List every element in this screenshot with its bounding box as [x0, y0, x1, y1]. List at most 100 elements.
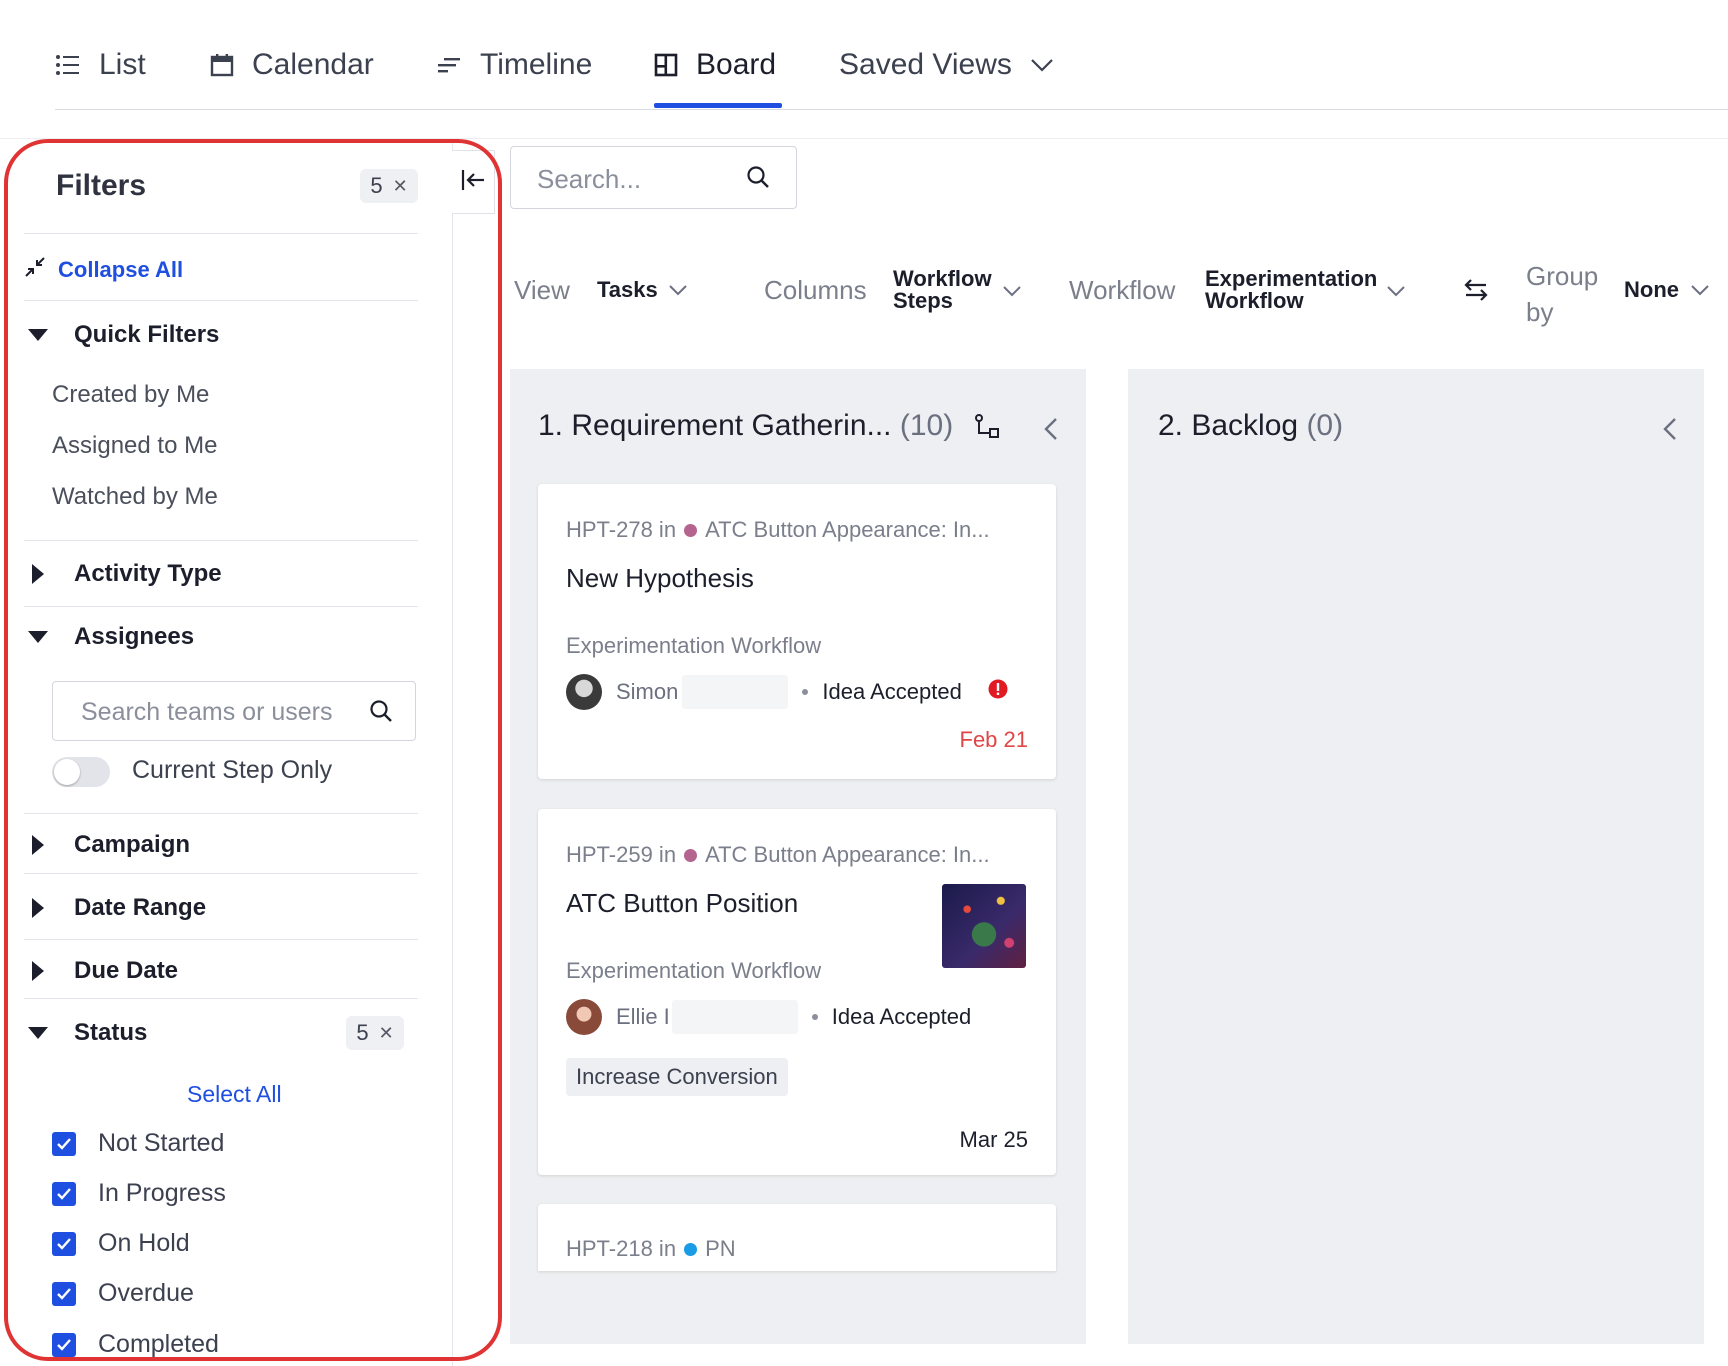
card-project[interactable]: ATC Button Appearance: In... — [705, 517, 990, 543]
section-date-range[interactable]: Date Range — [28, 894, 206, 922]
divider — [24, 998, 418, 999]
checkbox-checked-icon[interactable] — [52, 1231, 76, 1256]
column-title-text: 1. Requirement Gatherin... — [538, 409, 892, 442]
assignee-name: Ellie I — [616, 1004, 670, 1029]
status-option-overdue[interactable]: Overdue — [52, 1279, 194, 1308]
section-assignees[interactable]: Assignees — [28, 623, 194, 651]
filters-panel: Filters 5 ✕ Collapse All Quick Filters C… — [0, 139, 453, 1366]
status-option-label: Overdue — [98, 1279, 194, 1307]
view-select[interactable]: Tasks — [597, 279, 658, 301]
tabs-divider — [55, 109, 1728, 110]
status-option-on-hold[interactable]: On Hold — [52, 1229, 190, 1258]
column-title: 2. Backlog (0) — [1158, 409, 1343, 443]
group-by-label-line1: Group — [1526, 261, 1599, 291]
assignee-search-input[interactable] — [79, 692, 363, 732]
group-by-select[interactable]: None — [1624, 279, 1679, 301]
chevron-down-icon[interactable] — [1386, 284, 1406, 302]
avatar — [566, 999, 602, 1035]
section-campaign[interactable]: Campaign — [28, 831, 190, 859]
tab-calendar[interactable]: Calendar — [210, 40, 374, 90]
checkbox-checked-icon[interactable] — [52, 1131, 76, 1156]
assignee-name: Simon — [616, 679, 679, 704]
checkbox-checked-icon[interactable] — [52, 1181, 76, 1206]
select-all-link[interactable]: Select All — [187, 1081, 282, 1108]
collapse-column-icon[interactable] — [1043, 416, 1059, 447]
card-workflow: Experimentation Workflow — [566, 633, 822, 658]
card-meta: HPT-259 in ATC Button Appearance: In... — [566, 842, 990, 868]
card-due-date: Feb 21 — [959, 727, 1029, 752]
separator-dot — [802, 689, 809, 695]
board-search-input[interactable] — [535, 159, 739, 199]
assignee-search-field[interactable] — [52, 681, 416, 741]
clear-status-icon[interactable]: ✕ — [379, 1023, 394, 1044]
board-column-backlog: 2. Backlog (0) — [1128, 369, 1704, 1344]
tab-timeline[interactable]: Timeline — [436, 40, 592, 90]
card-project[interactable]: ATC Button Appearance: In... — [705, 842, 990, 868]
section-label: Campaign — [74, 831, 191, 858]
columns-value-line1: Workflow — [893, 266, 992, 291]
section-activity-type[interactable]: Activity Type — [28, 560, 222, 588]
status-option-completed[interactable]: Completed — [52, 1330, 219, 1359]
status-option-label: Completed — [98, 1330, 219, 1358]
status-count: 5 — [356, 1020, 369, 1045]
tab-list[interactable]: List — [55, 40, 146, 90]
card-id: HPT-218 in — [566, 1236, 677, 1261]
project-color-dot — [684, 1242, 698, 1256]
caret-right-icon — [32, 961, 44, 981]
task-card[interactable]: HPT-278 in ATC Button Appearance: In... … — [538, 484, 1056, 779]
divider — [24, 813, 418, 814]
task-card[interactable]: HPT-218 in PN — [538, 1204, 1056, 1271]
tab-label: Saved Views — [839, 48, 1012, 81]
columns-select[interactable]: Workflow Steps — [893, 268, 992, 312]
quick-filter-assigned-to-me[interactable]: Assigned to Me — [52, 432, 217, 460]
chevron-down-icon[interactable] — [1002, 284, 1022, 302]
card-title: New Hypothesis — [566, 563, 754, 593]
caret-right-icon — [32, 898, 44, 918]
collapse-column-icon[interactable] — [1662, 416, 1678, 447]
view-tabs: List Calendar Timeline Board Saved Views — [0, 0, 1728, 110]
status-count-badge[interactable]: 5 ✕ — [346, 1016, 404, 1050]
workflow-select[interactable]: Experimentation Workflow — [1205, 268, 1377, 312]
chevron-down-icon[interactable] — [668, 283, 688, 301]
filters-count-badge[interactable]: 5 ✕ — [360, 169, 418, 203]
workflow-value-line1: Experimentation — [1205, 266, 1378, 291]
card-id: HPT-278 in — [566, 517, 677, 542]
group-by-label: Group by — [1526, 258, 1598, 330]
divider — [24, 540, 418, 541]
quick-filter-watched-by-me[interactable]: Watched by Me — [52, 483, 218, 511]
section-label: Date Range — [74, 894, 207, 921]
section-due-date[interactable]: Due Date — [28, 957, 178, 985]
quick-filter-created-by-me[interactable]: Created by Me — [52, 381, 209, 409]
tab-board[interactable]: Board — [654, 40, 776, 90]
tab-saved-views[interactable]: Saved Views — [839, 40, 1054, 90]
checkbox-checked-icon[interactable] — [52, 1332, 76, 1357]
current-step-only-toggle[interactable] — [52, 757, 110, 787]
workflow-step: Idea Accepted — [831, 1004, 972, 1029]
column-title-text: 2. Backlog — [1158, 409, 1299, 442]
tab-label: List — [99, 48, 146, 81]
collapse-all-button[interactable]: Collapse All — [24, 256, 183, 284]
card-assignee-row: Simon Idea Accepted — [566, 674, 1008, 710]
workflow-step-icon[interactable] — [973, 413, 1001, 446]
project-color-dot — [684, 848, 698, 862]
checkbox-checked-icon[interactable] — [52, 1281, 76, 1306]
section-status[interactable]: Status — [28, 1019, 147, 1047]
project-color-dot — [684, 523, 698, 537]
status-option-in-progress[interactable]: In Progress — [52, 1179, 226, 1208]
collapse-panel-button[interactable] — [452, 150, 495, 214]
caret-down-icon — [28, 329, 48, 341]
separator-dot — [811, 1014, 818, 1020]
task-card[interactable]: HPT-259 in ATC Button Appearance: In... … — [538, 809, 1056, 1175]
clear-filters-icon[interactable]: ✕ — [393, 176, 408, 197]
swap-arrows-icon[interactable] — [1462, 276, 1490, 309]
chevron-down-icon[interactable] — [1690, 283, 1710, 301]
tab-label: Calendar — [252, 48, 374, 81]
workflow-label: Workflow — [1069, 275, 1176, 305]
status-option-not-started[interactable]: Not Started — [52, 1129, 224, 1158]
section-quick-filters[interactable]: Quick Filters — [28, 321, 219, 349]
card-meta: HPT-218 in PN — [566, 1236, 736, 1262]
card-project[interactable]: PN — [705, 1236, 736, 1262]
section-label: Quick Filters — [74, 321, 220, 348]
workflow-step: Idea Accepted — [822, 679, 962, 704]
board-search-field[interactable] — [510, 146, 797, 209]
